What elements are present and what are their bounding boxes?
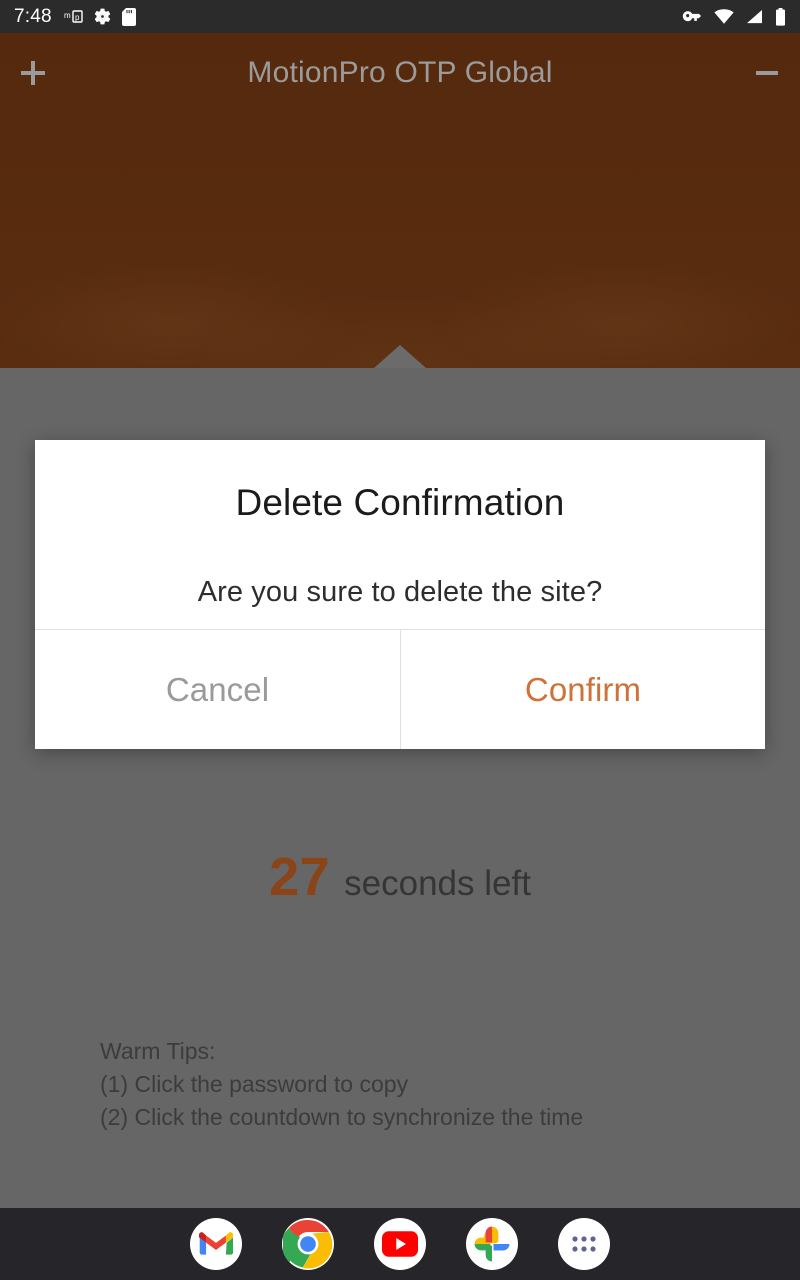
youtube-icon [382, 1231, 418, 1257]
warm-tips-line-1: (1) Click the password to copy [100, 1071, 409, 1097]
gmail-icon [199, 1232, 233, 1255]
dock-item-youtube[interactable] [374, 1218, 426, 1270]
dialog-actions: Cancel Confirm [35, 629, 765, 749]
dock-item-chrome[interactable] [282, 1218, 334, 1270]
chrome-icon [283, 1220, 333, 1269]
cellular-signal-icon [745, 9, 764, 24]
cancel-button[interactable]: Cancel [35, 630, 400, 749]
vpn-key-icon [682, 10, 703, 23]
warm-tips-heading: Warm Tips: [100, 1038, 216, 1064]
popup-arrow-icon [374, 345, 426, 368]
wifi-icon [714, 9, 734, 24]
dock [0, 1208, 800, 1280]
app-drawer-icon [572, 1236, 596, 1252]
dialog-body: Delete Confirmation Are you sure to dele… [35, 440, 765, 629]
minus-icon [756, 71, 778, 75]
delete-confirmation-dialog: Delete Confirmation Are you sure to dele… [35, 440, 765, 749]
android-screen: 7:48 m p MotionPro OTP Global 27 seconds… [0, 0, 800, 1280]
minimize-button[interactable] [734, 58, 800, 88]
countdown-seconds[interactable]: 27 [269, 847, 330, 907]
google-photos-icon [474, 1226, 510, 1262]
countdown-row[interactable]: 27 seconds left [0, 846, 800, 908]
dock-item-app-drawer[interactable] [558, 1218, 610, 1270]
dialog-title: Delete Confirmation [235, 482, 565, 523]
status-bar: 7:48 m p [0, 0, 800, 33]
mp-badge-icon: m p [64, 9, 83, 24]
svg-text:p: p [75, 13, 80, 22]
add-site-button[interactable] [0, 58, 66, 88]
battery-icon [775, 7, 786, 26]
countdown-label: seconds left [344, 864, 531, 903]
warm-tips-line-2: (2) Click the countdown to synchronize t… [100, 1104, 584, 1130]
confirm-button[interactable]: Confirm [400, 630, 765, 749]
dialog-message: Are you sure to delete the site? [197, 576, 603, 608]
svg-text:m: m [64, 11, 71, 20]
dock-item-photos[interactable] [466, 1218, 518, 1270]
warm-tips: Warm Tips: (1) Click the password to cop… [100, 1035, 583, 1134]
status-bar-right-icons [671, 7, 786, 26]
sd-card-icon [121, 7, 136, 26]
status-clock: 7:48 [14, 5, 52, 27]
dock-item-gmail[interactable] [190, 1218, 242, 1270]
gear-icon [93, 7, 112, 26]
app-header: MotionPro OTP Global [0, 33, 800, 113]
plus-icon [21, 61, 45, 85]
page-title: MotionPro OTP Global [247, 56, 553, 89]
